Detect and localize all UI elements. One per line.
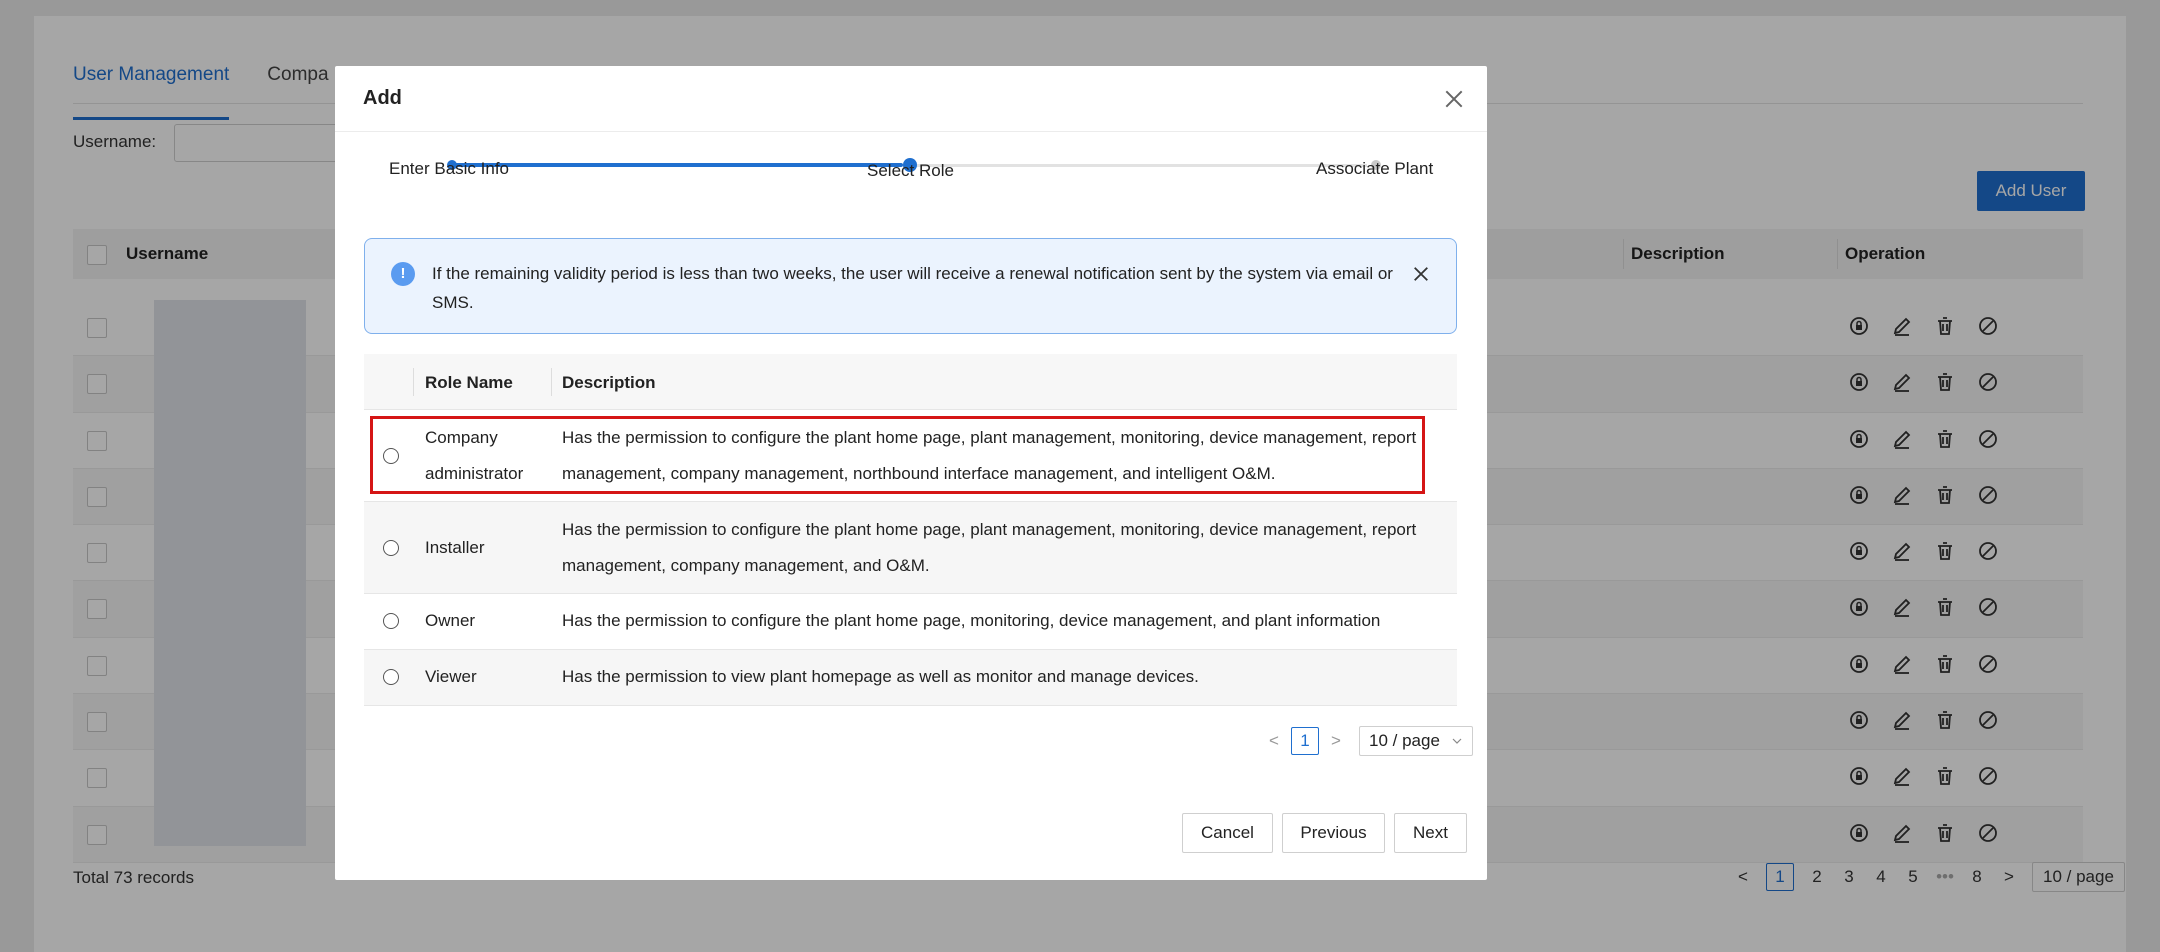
- next-button[interactable]: Next: [1394, 813, 1467, 853]
- role-name: Installer: [425, 538, 485, 557]
- role-name: Owner: [425, 611, 476, 630]
- role-description: Has the permission to view plant homepag…: [562, 667, 1199, 686]
- step-1-label: Enter Basic Info: [389, 159, 510, 178]
- role-table-header: Role Name Description: [364, 354, 1457, 410]
- dialog-header: Add: [335, 66, 1487, 132]
- info-icon: !: [391, 262, 415, 286]
- page-size-select[interactable]: 10 / page: [1359, 726, 1473, 756]
- chevron-down-icon: [1452, 738, 1462, 744]
- role-radio[interactable]: [383, 448, 399, 464]
- page-1-button[interactable]: 1: [1291, 727, 1319, 755]
- role-name: Viewer: [425, 667, 477, 686]
- info-alert: ! If the remaining validity period is le…: [364, 238, 1457, 334]
- role-row-owner[interactable]: Owner Has the permission to configure th…: [364, 594, 1457, 666]
- dialog-title: Add: [363, 87, 402, 109]
- close-icon[interactable]: [1412, 265, 1430, 283]
- role-name: Company administrator: [425, 428, 524, 483]
- role-radio[interactable]: [383, 669, 399, 685]
- role-description: Has the permission to configure the plan…: [562, 520, 1417, 575]
- role-row-viewer[interactable]: Viewer Has the permission to view plant …: [364, 650, 1457, 706]
- column-separator: [413, 368, 414, 396]
- role-pagination: < 1 > 10 / page: [1263, 726, 1473, 756]
- column-separator: [551, 368, 552, 396]
- role-radio[interactable]: [383, 540, 399, 556]
- prev-page-button[interactable]: <: [1263, 731, 1285, 751]
- previous-button[interactable]: Previous: [1282, 813, 1385, 853]
- page-size-value: 10 / page: [1369, 731, 1440, 750]
- add-user-dialog: Add Enter Basic Info Select Role Associa…: [335, 66, 1487, 880]
- role-name-column-header: Role Name: [425, 373, 513, 392]
- role-row-company-administrator[interactable]: Company administrator Has the permission…: [364, 410, 1457, 502]
- next-page-button[interactable]: >: [1325, 731, 1347, 751]
- role-table: Role Name Description Company administra…: [364, 354, 1457, 706]
- alert-message: If the remaining validity period is less…: [432, 264, 1393, 312]
- role-description-column-header: Description: [562, 373, 656, 392]
- role-row-installer[interactable]: Installer Has the permission to configur…: [364, 502, 1457, 594]
- step-3-label: Associate Plant: [1316, 159, 1434, 178]
- role-radio[interactable]: [383, 613, 399, 629]
- step-progress-line-done: [451, 163, 903, 167]
- step-progress-line-pending: [915, 164, 1367, 167]
- cancel-button[interactable]: Cancel: [1182, 813, 1273, 853]
- step-2-label: Select Role: [867, 161, 954, 180]
- close-icon[interactable]: [1443, 88, 1465, 110]
- role-description: Has the permission to configure the plan…: [562, 428, 1417, 483]
